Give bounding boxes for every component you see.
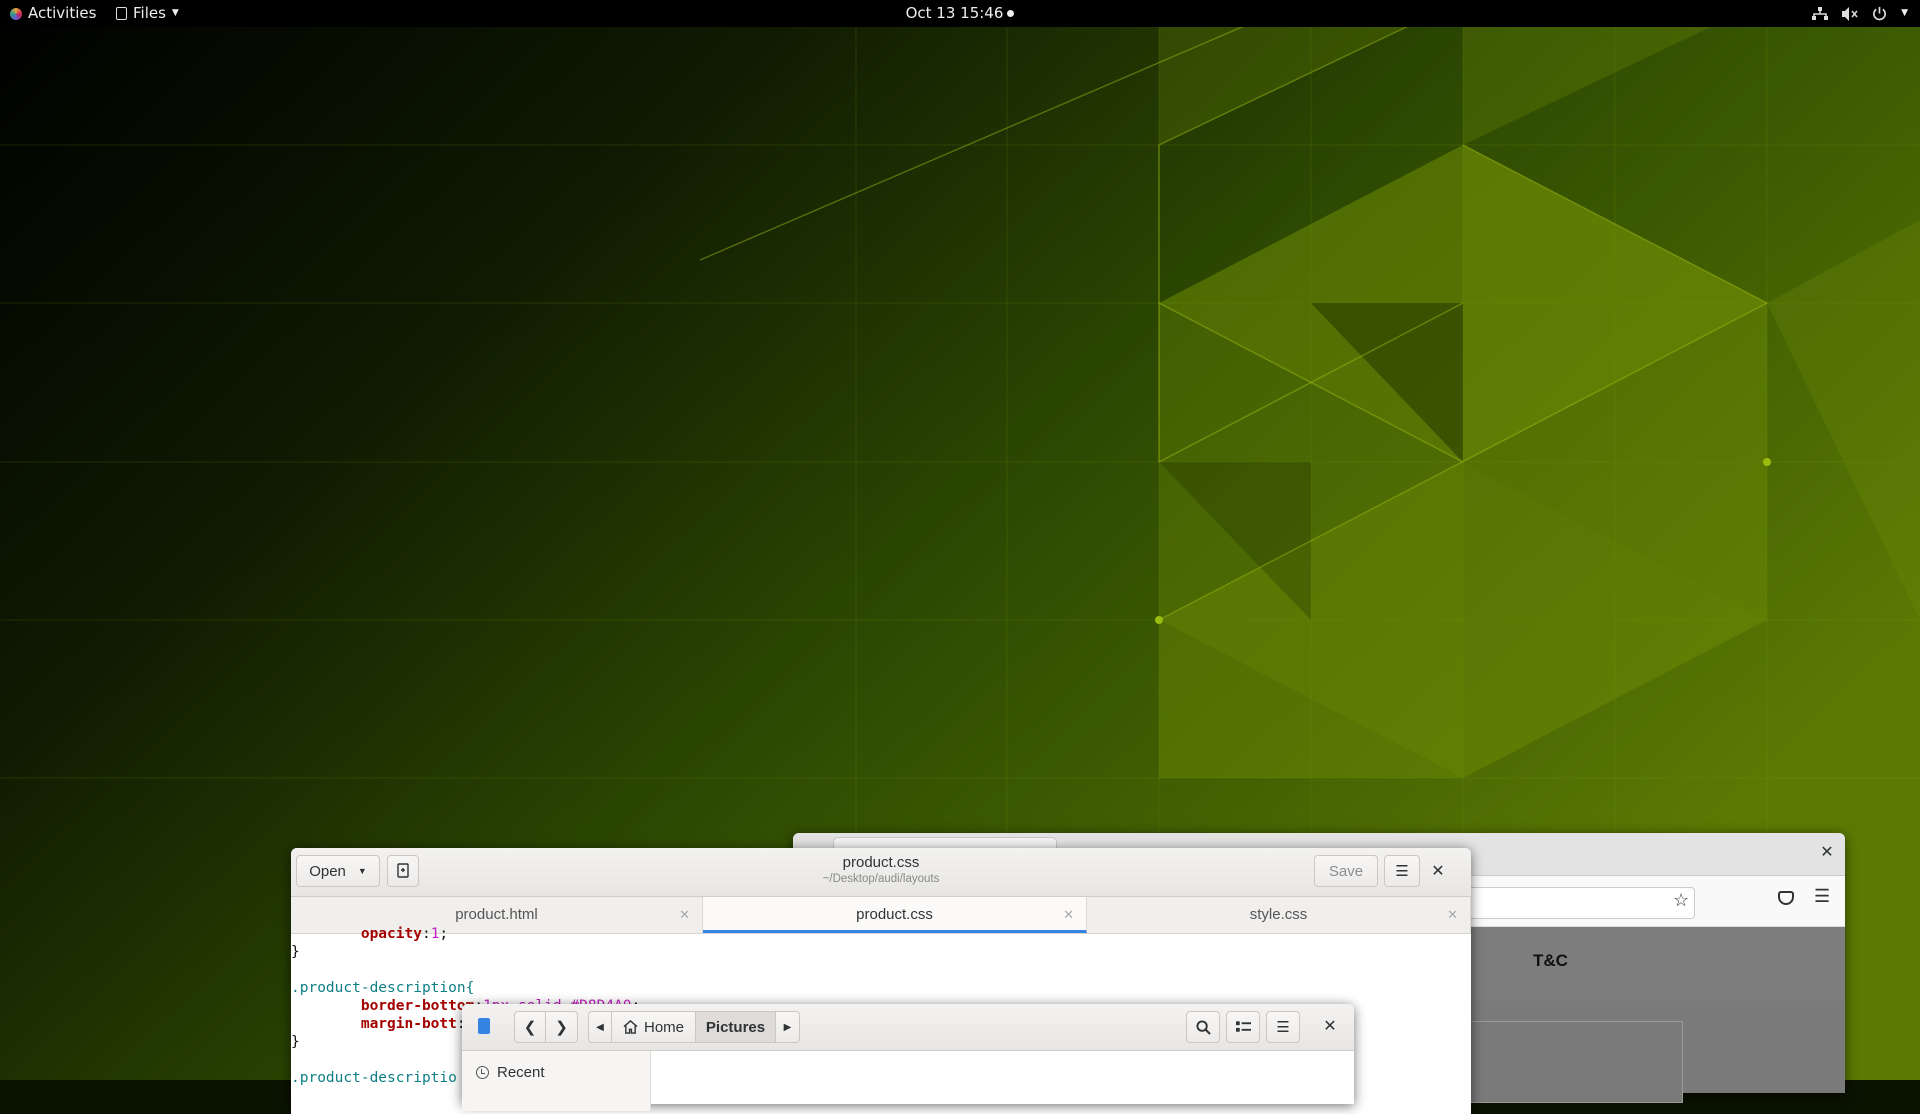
path-bar: ◀ Home Pictures ▶	[588, 1011, 800, 1043]
volume-muted-icon	[1842, 6, 1858, 21]
power-icon	[1873, 6, 1887, 21]
network-icon	[1812, 6, 1829, 20]
tab-label: product.css	[856, 906, 933, 923]
pocket-icon[interactable]	[1778, 891, 1794, 905]
css-value: 1	[430, 926, 440, 942]
code-line: }	[291, 944, 300, 960]
list-view-icon	[1235, 1021, 1251, 1032]
hamburger-menu-icon: ☰	[1395, 863, 1409, 880]
search-icon	[1195, 1019, 1211, 1035]
places-sidebar: Recent	[462, 1051, 651, 1111]
activities-logo-icon	[10, 7, 22, 20]
file-chooser-dialog: ❮ ❯ ◀ Home Pictures ▶ ☰ ✕ Recent	[462, 1004, 1354, 1111]
document-icon	[478, 1018, 490, 1034]
close-icon[interactable]: ✕	[1426, 860, 1450, 884]
window-subtitle: ~/Desktop/audi/layouts	[822, 873, 940, 885]
chevron-down-icon: ▼	[1901, 8, 1908, 18]
save-button-label: Save	[1328, 862, 1364, 880]
bookmark-star-icon[interactable]: ☆	[1673, 890, 1689, 911]
chevron-left-icon: ❮	[523, 1019, 537, 1036]
home-label: Home	[643, 1018, 684, 1036]
window-title: product.css	[842, 854, 920, 871]
css-selector: .product-description{	[291, 980, 475, 996]
close-icon[interactable]: ✕	[1318, 1015, 1342, 1039]
clock-label: Oct 13 15:46	[905, 4, 1004, 22]
css-property: margin-bott	[360, 1016, 457, 1032]
notification-dot-icon	[1007, 10, 1015, 17]
css-property: border-bottom	[360, 998, 475, 1014]
chevron-right-icon: ❯	[555, 1019, 568, 1036]
chooser-headerbar: ❮ ❯ ◀ Home Pictures ▶ ☰ ✕	[462, 1004, 1354, 1051]
css-property: opacity	[360, 926, 422, 942]
close-icon[interactable]: ✕	[1815, 841, 1839, 865]
chevron-down-icon: ▼	[171, 8, 179, 18]
path-scroll-right-button[interactable]: ▶	[776, 1011, 800, 1043]
sidebar-item-recent[interactable]: Recent	[476, 1064, 545, 1081]
app-menu-label: Files	[133, 4, 166, 22]
activities-label: Activities	[28, 4, 97, 22]
triangle-left-icon: ◀	[596, 1021, 604, 1033]
path-home-button[interactable]: Home	[612, 1011, 696, 1043]
path-scroll-left-button[interactable]: ◀	[588, 1011, 612, 1043]
tab-label: product.html	[455, 906, 538, 923]
clock[interactable]: Oct 13 15:46	[906, 4, 1015, 22]
code-line: .product-description{	[291, 979, 1471, 997]
top-bar: Activities Files ▼ Oct 13 15:46 ▼	[0, 0, 1920, 27]
hamburger-menu-icon: ☰	[1276, 1019, 1290, 1036]
path-pictures-button[interactable]: Pictures	[696, 1011, 776, 1043]
back-button[interactable]: ❮	[514, 1011, 546, 1043]
tab-label: style.css	[1249, 906, 1308, 923]
save-button[interactable]: Save	[1314, 855, 1378, 887]
view-toggle-button[interactable]	[1226, 1011, 1260, 1043]
sidebar-item-label: Recent	[497, 1064, 545, 1081]
search-button[interactable]	[1186, 1011, 1220, 1043]
app-menu-files[interactable]: Files ▼	[116, 0, 179, 27]
pictures-label: Pictures	[705, 1018, 766, 1036]
home-icon	[623, 1020, 638, 1034]
files-app-icon	[116, 7, 127, 20]
code-line: opacity:1;	[360, 926, 449, 942]
editor-menu-button[interactable]: ☰	[1384, 855, 1420, 887]
editor-headerbar: Open ▼ product.css ~/Desktop/audi/layout…	[291, 848, 1471, 897]
hamburger-menu-icon[interactable]: ☰	[1814, 886, 1830, 907]
system-menu[interactable]: ▼	[1812, 0, 1908, 27]
recent-clock-icon	[476, 1066, 489, 1079]
tc-link[interactable]: T&C	[1533, 951, 1568, 971]
chooser-menu-button[interactable]: ☰	[1266, 1011, 1300, 1043]
css-selector: .product-descriptio	[291, 1070, 457, 1086]
forward-button[interactable]: ❯	[546, 1011, 578, 1043]
activities-button[interactable]: Activities	[10, 0, 96, 27]
triangle-right-icon: ▶	[783, 1021, 792, 1033]
history-buttons: ❮ ❯	[514, 1011, 578, 1043]
